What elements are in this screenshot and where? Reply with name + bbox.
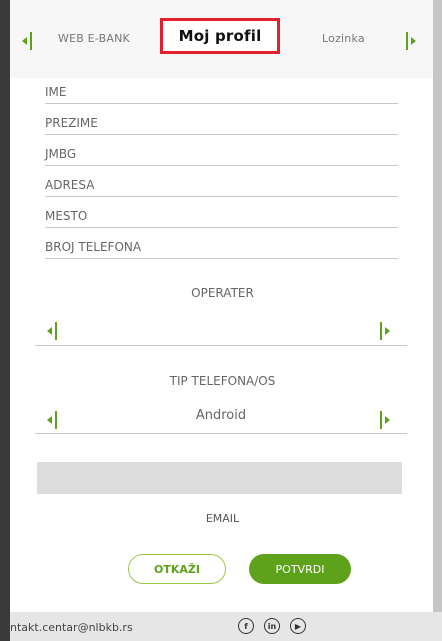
email-input[interactable] bbox=[37, 462, 402, 494]
operater-selector[interactable] bbox=[35, 315, 407, 346]
field-mesto[interactable]: MESTO bbox=[45, 204, 398, 228]
operater-prev-arrow-icon[interactable] bbox=[47, 321, 61, 341]
operater-next-arrow-icon[interactable] bbox=[380, 321, 394, 341]
footer: ntakt.centar@nlbkb.rs f in ▶ bbox=[10, 612, 442, 641]
tip-telefona-label: TIP TELEFONA/OS bbox=[169, 374, 276, 388]
tip-telefona-selector[interactable]: Android bbox=[35, 403, 407, 434]
tabs-prev-arrow-icon[interactable] bbox=[22, 31, 36, 51]
tab-bar: WEB E-BANK Moj profil Lozinka bbox=[10, 0, 433, 78]
facebook-icon[interactable]: f bbox=[238, 618, 254, 634]
confirm-button[interactable]: POTVRDI bbox=[249, 554, 351, 584]
field-ime[interactable]: IME bbox=[45, 80, 398, 104]
cancel-button[interactable]: OTKAŽI bbox=[128, 554, 226, 584]
profile-panel: WEB E-BANK Moj profil Lozinka IME PREZIM… bbox=[10, 0, 442, 641]
youtube-icon[interactable]: ▶ bbox=[290, 618, 306, 634]
email-label: EMAIL bbox=[205, 512, 240, 525]
tip-telefona-value: Android bbox=[195, 408, 247, 423]
tab-moj-profil[interactable]: Moj profil bbox=[160, 18, 280, 54]
operater-label: OPERATER bbox=[191, 286, 254, 300]
tabs-next-arrow-icon[interactable] bbox=[406, 31, 420, 51]
field-prezime[interactable]: PREZIME bbox=[45, 111, 398, 135]
tab-lozinka[interactable]: Lozinka bbox=[322, 32, 365, 45]
right-backdrop bbox=[433, 0, 442, 641]
field-broj-telefona[interactable]: BROJ TELEFONA bbox=[45, 235, 398, 259]
tab-web-e-bank[interactable]: WEB E-BANK bbox=[58, 32, 130, 45]
linkedin-icon[interactable]: in bbox=[264, 618, 280, 634]
tip-telefona-next-arrow-icon[interactable] bbox=[380, 410, 394, 430]
contact-email-link[interactable]: ntakt.centar@nlbkb.rs bbox=[10, 621, 133, 634]
field-adresa[interactable]: ADRESA bbox=[45, 173, 398, 197]
left-backdrop bbox=[0, 0, 10, 641]
field-jmbg[interactable]: JMBG bbox=[45, 142, 398, 166]
profile-form: IME PREZIME JMBG ADRESA MESTO BROJ TELEF… bbox=[30, 78, 415, 598]
